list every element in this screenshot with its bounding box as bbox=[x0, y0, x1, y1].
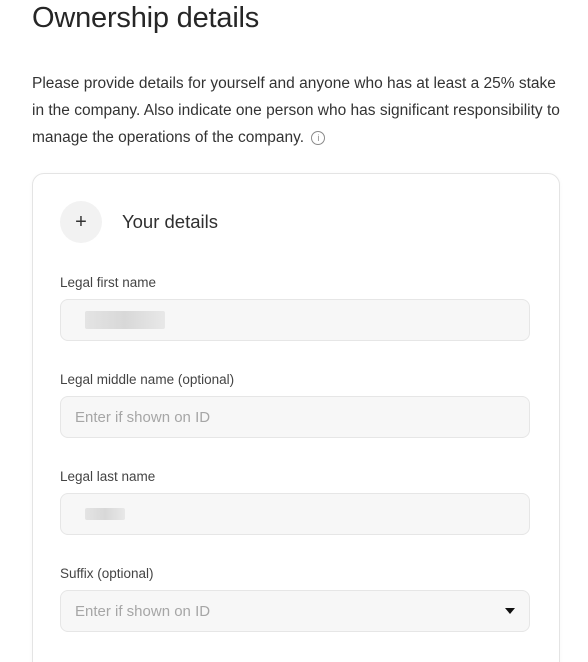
first-name-input[interactable] bbox=[60, 299, 530, 341]
middle-name-placeholder: Enter if shown on ID bbox=[75, 408, 211, 426]
page-title: Ownership details bbox=[32, 2, 260, 34]
middle-name-label: Legal middle name (optional) bbox=[60, 372, 235, 387]
suffix-placeholder: Enter if shown on ID bbox=[75, 602, 211, 620]
last-name-label: Legal last name bbox=[60, 469, 156, 484]
last-name-input[interactable] bbox=[60, 493, 530, 535]
expand-plus-button[interactable]: + bbox=[60, 201, 102, 243]
suffix-select[interactable]: Enter if shown on ID bbox=[60, 590, 530, 632]
dropdown-caret-icon bbox=[505, 608, 515, 614]
page-description-text: Please provide details for yourself and … bbox=[32, 75, 560, 146]
your-details-card: + Your details Legal first name Legal mi… bbox=[32, 173, 560, 662]
suffix-label: Suffix (optional) bbox=[60, 566, 154, 581]
card-header: + Your details bbox=[60, 201, 218, 243]
middle-name-input[interactable]: Enter if shown on ID bbox=[60, 396, 530, 438]
first-name-label: Legal first name bbox=[60, 275, 157, 290]
page-description: Please provide details for yourself and … bbox=[32, 70, 562, 151]
card-title: Your details bbox=[122, 211, 218, 232]
ownership-details-page: Ownership details Please provide details… bbox=[0, 0, 588, 662]
redacted-value bbox=[85, 508, 125, 520]
redacted-value bbox=[85, 311, 165, 329]
info-icon[interactable]: i bbox=[311, 131, 326, 145]
